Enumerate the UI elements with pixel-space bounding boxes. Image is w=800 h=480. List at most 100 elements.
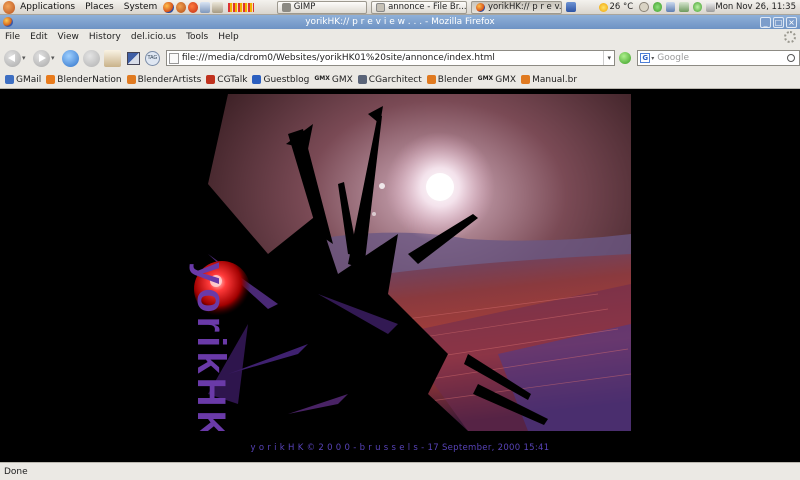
menu-tools[interactable]: Tools	[181, 32, 213, 42]
weather-applet[interactable]: 26 °C	[598, 2, 633, 12]
menu-view[interactable]: View	[53, 32, 84, 42]
firefox-window-icon[interactable]	[3, 17, 13, 27]
menu-delicious[interactable]: del.icio.us	[126, 32, 181, 42]
window-controls: _ □ ×	[760, 17, 797, 28]
search-bar[interactable]: G ▾ Google	[637, 50, 800, 66]
bookmark-label: BlenderArtists	[137, 74, 202, 85]
gmx-icon: GMX	[314, 75, 330, 82]
workspace-switcher-icon[interactable]	[566, 2, 576, 12]
forward-history-dropdown-icon[interactable]: ▾	[51, 54, 58, 62]
gnome-foot-icon[interactable]	[3, 0, 16, 14]
bookmark-label: BlenderNation	[57, 74, 122, 85]
firefox-icon	[475, 2, 485, 12]
bookmark-gmx[interactable]: GMX GMX	[314, 75, 352, 85]
power-icon[interactable]	[639, 2, 649, 12]
menu-help[interactable]: Help	[213, 32, 244, 42]
guestblog-icon	[252, 75, 262, 84]
logo-text: yorikHK	[189, 262, 233, 431]
search-input[interactable]: Google	[657, 53, 787, 63]
status-text: Done	[4, 466, 28, 477]
menu-file[interactable]: File	[0, 32, 25, 42]
sync-icon[interactable]	[692, 2, 702, 12]
gimp-icon	[281, 2, 291, 12]
bookmark-gmx[interactable]: GMX GMX	[478, 75, 516, 85]
places-menu[interactable]: Places	[80, 2, 119, 12]
taskbar-item-firefox[interactable]: yorikHK:// p r e v...	[470, 0, 563, 14]
network-icon[interactable]	[666, 2, 676, 12]
gmail-icon	[5, 75, 14, 84]
search-icon[interactable]	[786, 54, 795, 62]
cgarchitect-icon	[357, 75, 367, 84]
yorikhk-artwork: yorikHK	[168, 94, 631, 431]
menu-bar: File Edit View History del.icio.us Tools…	[0, 29, 800, 45]
page-content: yorikHK y o r i k H K © 2 0 0 0 - b r u …	[0, 89, 800, 462]
applications-menu[interactable]: Applications	[15, 2, 80, 12]
blender-icon	[426, 75, 436, 84]
bookmark-guestblog[interactable]: Guestblog	[252, 75, 309, 85]
cgtalk-icon	[206, 75, 216, 84]
back-button[interactable]	[4, 49, 21, 67]
google-engine-icon[interactable]: G	[640, 53, 651, 63]
bookmark-cgtalk[interactable]: CGTalk	[206, 75, 247, 85]
blender-icon	[126, 75, 136, 84]
maximize-button[interactable]: □	[773, 17, 784, 28]
window-titlebar: yorikHK:// p r e v i e w . . . - Mozilla…	[0, 15, 800, 29]
status-bar: Done	[0, 462, 800, 480]
bookmark-label: GMX	[331, 74, 353, 85]
reload-button[interactable]	[61, 49, 79, 67]
url-history-dropdown-icon[interactable]: ▾	[603, 51, 614, 65]
bookmark-label: Guestblog	[263, 74, 310, 85]
taskbar-item-file-browser[interactable]: annonce - File Br...	[371, 0, 467, 14]
delicious-icon[interactable]	[126, 51, 140, 65]
bookmark-label: GMX	[495, 74, 517, 85]
gmx-icon: GMX	[477, 75, 494, 82]
blender-icon	[521, 75, 531, 84]
stop-button[interactable]	[82, 49, 100, 67]
bookmark-manual-br[interactable]: Manual.br	[521, 75, 577, 85]
system-menu[interactable]: System	[119, 2, 163, 12]
top-panel: Applications Places System GIMP annonce …	[0, 0, 800, 15]
menu-history[interactable]: History	[84, 32, 126, 42]
firefox-launcher-icon[interactable]	[163, 1, 174, 13]
close-button[interactable]: ×	[786, 17, 797, 28]
blender-launcher-icon[interactable]	[187, 1, 199, 13]
camera-launcher-icon[interactable]	[212, 1, 223, 13]
bookmark-gmail[interactable]: GMail	[5, 75, 41, 85]
engine-dropdown-icon[interactable]: ▾	[651, 55, 654, 62]
gimp-launcher-icon[interactable]	[175, 1, 186, 13]
url-bar[interactable]: file:///media/cdrom0/Websites/yorikHK01%…	[165, 50, 616, 66]
files-launcher-icon[interactable]	[200, 1, 211, 13]
window-title: yorikHK:// p r e v i e w . . . - Mozilla…	[305, 17, 495, 27]
go-button[interactable]	[619, 52, 632, 64]
system-monitor-icon[interactable]	[227, 2, 254, 12]
throbber-icon	[784, 31, 796, 43]
bookmark-label: GMail	[16, 74, 42, 85]
bookmark-label: Manual.br	[532, 74, 578, 85]
url-input[interactable]: file:///media/cdrom0/Websites/yorikHK01%…	[182, 53, 603, 63]
update-notifier-icon[interactable]	[679, 2, 689, 12]
page-icon	[168, 52, 179, 64]
bookmark-blendernation[interactable]: BlenderNation	[46, 74, 122, 85]
artwork-image: yorikHK	[168, 94, 631, 431]
bookmarks-toolbar: GMail BlenderNation BlenderArtists CGTalk Gu…	[0, 71, 800, 89]
bookmark-cgarchitect[interactable]: CGarchitect	[357, 74, 422, 85]
bookmark-label: CGTalk	[217, 74, 248, 85]
home-button[interactable]	[103, 49, 121, 67]
tag-button[interactable]: TAG	[144, 50, 160, 66]
clock[interactable]: Mon Nov 26, 11:35	[715, 2, 800, 12]
back-history-dropdown-icon[interactable]: ▾	[22, 54, 29, 62]
pidgin-icon[interactable]	[652, 2, 662, 12]
sun-icon	[598, 2, 608, 12]
navigation-toolbar: ▾ ▾ TAG file:///media/cdrom0/Websites/yo…	[0, 45, 800, 71]
menu-edit[interactable]: Edit	[25, 32, 52, 42]
page-footer: y o r i k H K © 2 0 0 0 - b r u s s e l …	[250, 443, 550, 453]
taskbar-item-gimp[interactable]: GIMP	[276, 0, 368, 14]
bookmark-label: CGarchitect	[368, 74, 422, 85]
rss-icon	[46, 75, 56, 84]
bookmark-blender[interactable]: Blender	[426, 74, 473, 85]
minimize-button[interactable]: _	[760, 17, 771, 28]
bookmark-blenderartists[interactable]: BlenderArtists	[126, 74, 202, 85]
forward-button[interactable]	[32, 49, 50, 67]
bookmark-label: Blender	[437, 74, 473, 85]
volume-icon[interactable]	[705, 2, 716, 12]
